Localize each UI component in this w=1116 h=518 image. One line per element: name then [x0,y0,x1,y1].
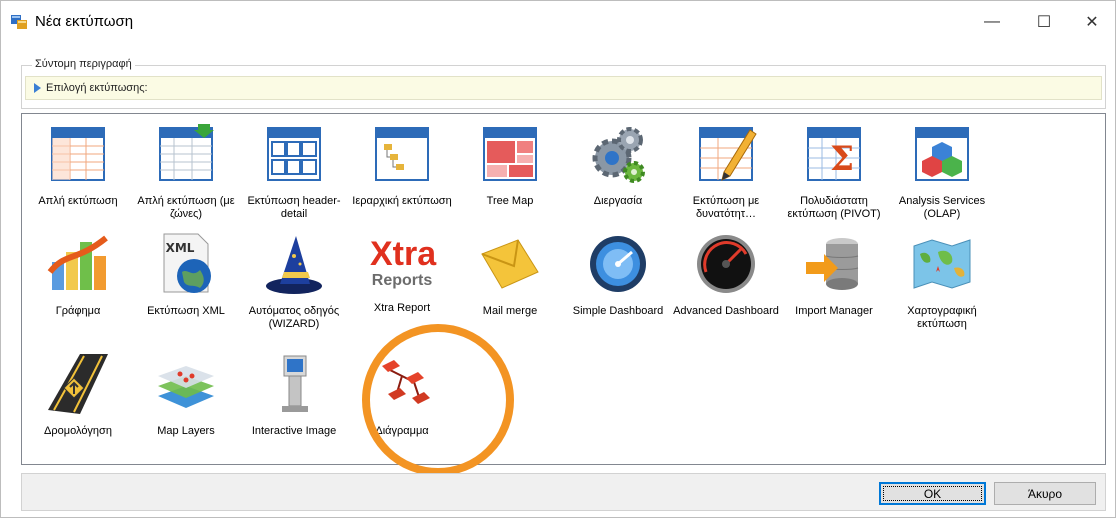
chart-icon [47,235,108,290]
list-item-interactive-image[interactable]: Interactive Image [240,352,348,438]
list-item-olap[interactable]: Analysis Services (OLAP) [888,122,996,221]
gauge-blue-icon [590,236,646,292]
gears-icon [592,127,645,183]
road-icon [48,354,108,414]
simple-print-icon [51,127,105,181]
item-label: Εκτύπωση header-detail [247,195,341,220]
list-item-xml[interactable]: XML Εκτύπωση XML [132,232,240,318]
highlight-circle [362,324,514,476]
item-label: Import Manager [795,305,873,317]
svg-text:XML: XML [166,241,195,255]
window-title: Νέα εκτύπωση [35,13,134,30]
svg-text:Σ: Σ [830,139,854,179]
ok-button[interactable]: OK [879,482,986,505]
world-map-icon [913,239,971,289]
olap-cubes-icon [915,127,969,181]
item-label: Analysis Services (OLAP) [898,195,986,220]
map-layers-icon [158,366,214,408]
list-item-routing[interactable]: Δρομολόγηση [24,352,132,438]
header-detail-icon [267,127,321,181]
item-label: Tree Map [486,195,534,207]
item-label: Διεργασία [593,195,643,207]
item-label: Mail merge [482,305,538,317]
logo-text-xtra: Xtra [370,235,437,273]
list-item-map-print[interactable]: Χαρτογραφική εκτύπωση [888,232,996,331]
print-type-list: Απλή εκτύπωση Απλή εκτύπωση (με ζώνες) Ε… [21,113,1106,476]
pivot-icon: Σ [807,127,861,181]
gauge-dark-icon [697,235,755,293]
banded-print-icon [159,124,214,181]
item-label: Αυτόματος οδηγός (WIZARD) [248,305,340,330]
xtra-reports-icon: Xtra Reports [370,232,437,296]
info-text: Επιλογή εκτύπωσης: [46,82,148,94]
minimize-button[interactable]: — [969,1,1015,43]
group-label: Σύντομη περιγραφή [32,58,135,70]
tree-map-icon [483,127,537,181]
wizard-hat-icon [266,236,322,294]
list-item-header-detail[interactable]: Εκτύπωση header-detail [240,122,348,221]
close-button[interactable]: ✕ [1069,1,1115,43]
button-bar: OK Άκυρο [21,473,1106,511]
cancel-button[interactable]: Άκυρο [994,482,1096,505]
list-item-simple-print[interactable]: Απλή εκτύπωση [24,122,132,208]
item-label: Δρομολόγηση [44,425,112,437]
list-item-wizard[interactable]: Αυτόματος οδηγός (WIZARD) [240,232,348,331]
list-item-xtra-report[interactable]: Xtra Reports Xtra Report [348,232,456,315]
list-item-hierarchy[interactable]: Ιεραρχική εκτύπωση [348,122,456,208]
item-label: Map Layers [157,425,215,437]
list-item-tree-map[interactable]: Tree Map [456,122,564,208]
list-item-editable-print[interactable]: Εκτύπωση με δυνατότητ… [672,122,780,221]
envelope-icon [481,239,539,289]
item-label: Interactive Image [251,425,337,437]
list-item-simple-dashboard[interactable]: Simple Dashboard [564,232,672,318]
item-label: Απλή εκτύπωση (με ζώνες) [137,195,235,220]
info-bar: Επιλογή εκτύπωσης: [25,76,1102,100]
item-label: Simple Dashboard [572,305,664,317]
edit-print-icon [699,127,757,181]
list-item-chart[interactable]: Γράφημα [24,232,132,318]
title-bar: Νέα εκτύπωση — ☐ ✕ [1,1,1115,43]
item-label: Advanced Dashboard [673,305,779,317]
list-item-pivot[interactable]: Σ Πολυδιάστατη εκτύπωση (PIVOT) [780,122,888,221]
list-item-mail-merge[interactable]: Mail merge [456,232,564,318]
triangle-right-icon [34,83,41,93]
description-group: Σύντομη περιγραφή Επιλογή εκτύπωσης: [21,58,1106,109]
xml-icon: XML [163,233,211,293]
kiosk-icon [282,355,308,412]
item-label: Εκτύπωση XML [147,305,225,317]
app-icon [11,15,27,29]
logo-text-reports: Reports [371,272,433,289]
list-item-advanced-dashboard[interactable]: Advanced Dashboard [672,232,780,318]
item-label: Γράφημα [55,305,101,317]
hierarchy-icon [375,127,429,181]
maximize-button[interactable]: ☐ [1021,1,1067,43]
list-item-banded-print[interactable]: Απλή εκτύπωση (με ζώνες) [132,122,240,221]
item-label: Πολυδιάστατη εκτύπωση (PIVOT) [787,195,881,220]
item-label: Εκτύπωση με δυνατότητ… [692,195,760,220]
item-label: Ιεραρχική εκτύπωση [352,195,452,207]
list-item-process[interactable]: Διεργασία [564,122,672,208]
item-label: Xtra Report [373,302,431,314]
item-label: Απλή εκτύπωση [38,195,118,207]
database-import-icon [806,238,859,290]
list-item-import-manager[interactable]: Import Manager [780,232,888,318]
item-label: Χαρτογραφική εκτύπωση [907,305,977,330]
list-item-map-layers[interactable]: Map Layers [132,352,240,438]
dialog-window: Νέα εκτύπωση — ☐ ✕ Σύντομη περιγραφή Επι… [0,0,1116,518]
